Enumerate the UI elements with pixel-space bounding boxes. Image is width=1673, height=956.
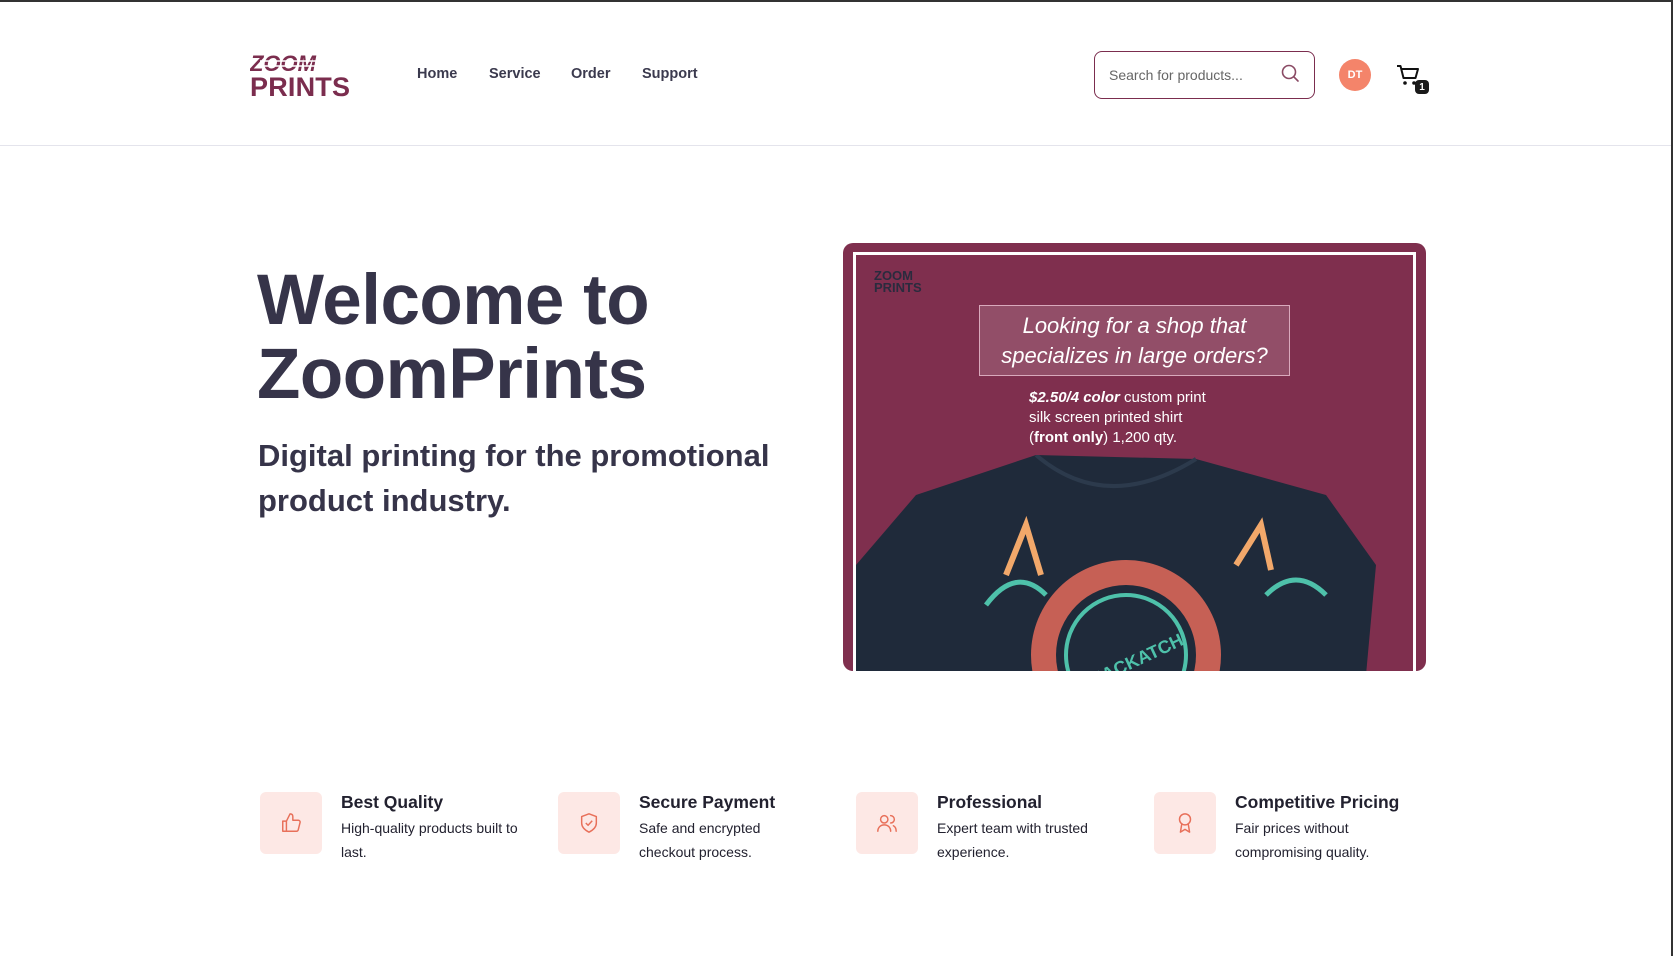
banner-logo: ZOOM PRINTS [874,268,922,295]
feature-desc: Expert team with trusted experience. [937,820,1088,860]
nav-home[interactable]: Home [417,66,457,82]
headline-line1: Looking for a shop that [1022,313,1247,338]
nav-support[interactable]: Support [642,66,698,82]
feature-desc: High-quality products built to last. [341,820,518,860]
award-icon [1154,792,1216,854]
feature-professional: Professional Expert team with trusted ex… [856,792,1156,862]
hero-title-line2: ZoomPrints [257,335,647,414]
users-icon [856,792,918,854]
feature-desc: Safe and encrypted checkout process. [639,820,761,860]
promo-banner[interactable]: ZOOM PRINTS Looking for a shop that spec… [843,243,1426,671]
feature-title: Professional [937,792,1043,812]
feature-secure-payment: Secure Payment Safe and encrypted checko… [558,792,858,862]
feature-best-quality: Best Quality High-quality products built… [260,792,560,862]
shield-check-icon [558,792,620,854]
tshirt-image: MACKATCH [856,455,1376,671]
banner-headline: Looking for a shop that specializes in l… [979,305,1290,376]
feature-title: Secure Payment [639,792,776,812]
headline-line2: specializes in large orders? [1001,343,1268,368]
banner-offer: $2.50/4 color custom print silk screen p… [1029,389,1206,446]
offer-qty: 1,200 qty. [1108,429,1178,446]
nav-service[interactable]: Service [489,66,541,82]
svg-text:PRINTS: PRINTS [250,72,350,98]
site-header: ZOOM PRINTS Home Service Order Support D… [0,2,1671,146]
offer-front-only: front only [1034,429,1104,446]
hero-title-line1: Welcome to [257,261,650,340]
cart-button[interactable]: 1 [1395,62,1429,94]
offer-line2: silk screen printed shirt [1029,409,1183,426]
zoomprints-logo[interactable]: ZOOM PRINTS [249,51,355,102]
cart-count-badge: 1 [1415,80,1429,94]
hero-title: Welcome to ZoomPrints [257,261,650,414]
offer-line1: custom print [1119,389,1206,406]
search-input[interactable] [1109,67,1280,83]
search-box [1094,51,1315,99]
search-icon[interactable] [1280,63,1300,88]
nav-order[interactable]: Order [571,66,611,82]
offer-price: $2.50/4 color [1029,389,1120,406]
feature-title: Best Quality [341,792,444,812]
user-avatar[interactable]: DT [1339,59,1371,91]
feature-competitive-pricing: Competitive Pricing Fair prices without … [1154,792,1454,862]
feature-title: Competitive Pricing [1235,792,1400,812]
hero-subtitle: Digital printing for the promotional pro… [258,438,770,518]
thumbs-up-icon [260,792,322,854]
feature-desc: Fair prices without compromising quality… [1235,820,1370,860]
